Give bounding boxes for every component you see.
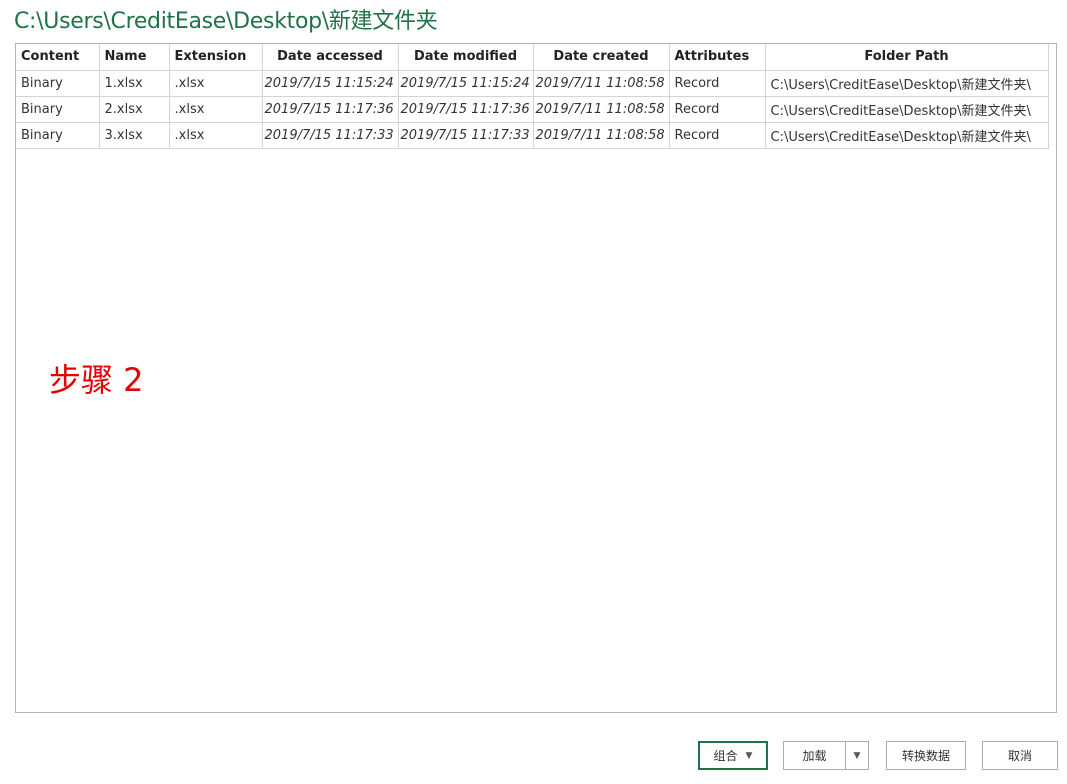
table-row: Binary 2.xlsx .xlsx 2019/7/15 11:17:36 2… (16, 95, 1049, 123)
column-header-extension[interactable]: Extension (168, 44, 263, 71)
folder-path-title: C:\Users\CreditEase\Desktop\新建文件夹 (14, 9, 438, 34)
cancel-button[interactable]: 取消 (982, 741, 1058, 770)
cell-name: 2.xlsx (98, 95, 170, 123)
cell-date-modified: 2019/7/15 11:15:24 (397, 69, 534, 97)
preview-pane: Content Name Extension Date accessed Dat… (15, 43, 1057, 713)
column-header-date-accessed[interactable]: Date accessed (261, 44, 399, 71)
chevron-down-icon: ▼ (745, 750, 753, 761)
load-button[interactable]: 加载 (784, 742, 846, 769)
cell-extension: .xlsx (168, 121, 263, 149)
load-button-label: 加载 (802, 749, 827, 763)
file-list-table: Content Name Extension Date accessed Dat… (16, 44, 1049, 149)
table-row: Binary 1.xlsx .xlsx 2019/7/15 11:15:24 2… (16, 69, 1049, 97)
cell-name: 1.xlsx (98, 69, 170, 97)
cell-date-accessed: 2019/7/15 11:17:36 (261, 95, 399, 123)
cell-name: 3.xlsx (98, 121, 170, 149)
column-header-attributes[interactable]: Attributes (668, 44, 766, 71)
cancel-button-label: 取消 (1007, 749, 1032, 763)
cell-attributes[interactable]: Record (668, 69, 766, 97)
cell-content[interactable]: Binary (16, 69, 100, 97)
column-header-date-modified[interactable]: Date modified (397, 44, 534, 71)
cell-date-accessed: 2019/7/15 11:17:33 (261, 121, 399, 149)
cell-attributes[interactable]: Record (668, 95, 766, 123)
cell-content[interactable]: Binary (16, 121, 100, 149)
step-annotation: 步骤 2 (49, 361, 144, 399)
navigator-dialog: C:\Users\CreditEase\Desktop\新建文件夹 Conten… (0, 0, 1067, 784)
cell-folder-path: C:\Users\CreditEase\Desktop\新建文件夹\ (764, 69, 1049, 97)
column-header-name[interactable]: Name (98, 44, 170, 71)
cell-extension: .xlsx (168, 69, 263, 97)
load-dropdown-button[interactable]: ▼ (846, 742, 868, 769)
combine-button[interactable]: 组合 ▼ (698, 741, 768, 770)
cell-date-created: 2019/7/11 11:08:58 (532, 69, 670, 97)
column-header-folder-path[interactable]: Folder Path (764, 44, 1049, 71)
column-header-content[interactable]: Content (16, 44, 100, 71)
cell-folder-path: C:\Users\CreditEase\Desktop\新建文件夹\ (764, 121, 1049, 149)
transform-data-button[interactable]: 转换数据 (886, 741, 966, 770)
cell-date-accessed: 2019/7/15 11:15:24 (261, 69, 399, 97)
cell-attributes[interactable]: Record (668, 121, 766, 149)
column-header-date-created[interactable]: Date created (532, 44, 670, 71)
table-row: Binary 3.xlsx .xlsx 2019/7/15 11:17:33 2… (16, 121, 1049, 149)
combine-button-label: 组合 (713, 749, 738, 763)
transform-data-button-label: 转换数据 (901, 749, 950, 763)
cell-extension: .xlsx (168, 95, 263, 123)
cell-content[interactable]: Binary (16, 95, 100, 123)
cell-date-created: 2019/7/11 11:08:58 (532, 121, 670, 149)
load-split-button: 加载 ▼ (783, 741, 869, 770)
table-header-row: Content Name Extension Date accessed Dat… (16, 44, 1049, 71)
cell-date-modified: 2019/7/15 11:17:36 (397, 95, 534, 123)
chevron-down-icon: ▼ (853, 750, 861, 761)
cell-date-modified: 2019/7/15 11:17:33 (397, 121, 534, 149)
cell-date-created: 2019/7/11 11:08:58 (532, 95, 670, 123)
cell-folder-path: C:\Users\CreditEase\Desktop\新建文件夹\ (764, 95, 1049, 123)
